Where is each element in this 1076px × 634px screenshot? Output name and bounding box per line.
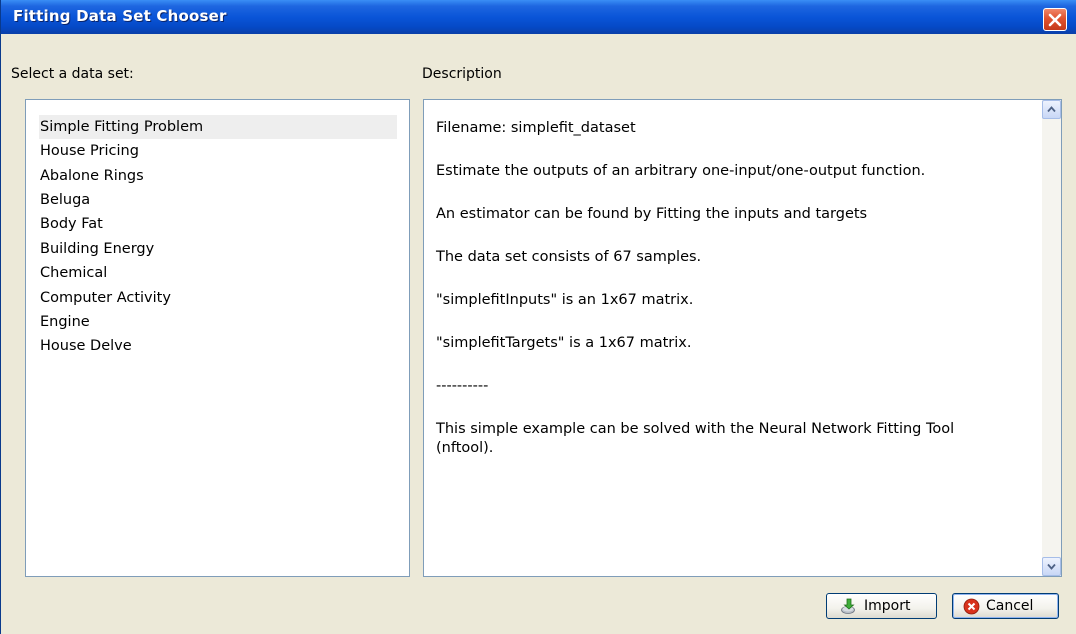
description-line: (nftool). (436, 440, 494, 456)
title-bar[interactable]: Fitting Data Set Chooser (1, 0, 1076, 34)
description-panel[interactable]: Filename: simplefit_dataset Estimate the… (423, 99, 1062, 577)
list-item-computer-activity[interactable]: Computer Activity (39, 286, 397, 310)
scroll-up-button[interactable] (1042, 100, 1061, 119)
description-line: "simplefitInputs" is an 1x67 matrix. (436, 292, 694, 308)
description-line: Filename: simplefit_dataset (436, 120, 636, 136)
vertical-scrollbar[interactable] (1042, 100, 1061, 576)
list-item-beluga[interactable]: Beluga (39, 188, 397, 212)
window-title: Fitting Data Set Chooser (13, 7, 227, 25)
description-line: This simple example can be solved with t… (436, 421, 955, 437)
cancel-button[interactable]: Cancel (952, 593, 1059, 619)
import-button[interactable]: Import (826, 593, 937, 619)
list-item-chemical[interactable]: Chemical (39, 261, 397, 285)
list-item-house-pricing[interactable]: House Pricing (39, 139, 397, 163)
description-label: Description (422, 66, 502, 82)
list-item-engine[interactable]: Engine (39, 310, 397, 334)
close-icon (1048, 13, 1062, 27)
dataset-list-label: Select a data set: (11, 66, 134, 82)
scroll-down-button[interactable] (1042, 557, 1061, 576)
description-line: An estimator can be found by Fitting the… (436, 206, 868, 222)
list-item-body-fat[interactable]: Body Fat (39, 212, 397, 236)
description-line: "simplefitTargets" is a 1x67 matrix. (436, 335, 692, 351)
description-line: The data set consists of 67 samples. (436, 249, 702, 265)
description-separator: ---------- (436, 378, 489, 394)
scroll-up-arrow-icon (1047, 106, 1056, 113)
cancel-button-label: Cancel (986, 598, 1034, 614)
dialog-window: Fitting Data Set Chooser Select a data s… (0, 0, 1076, 634)
scroll-down-arrow-icon (1047, 563, 1056, 570)
import-button-label: Import (864, 598, 911, 614)
list-item-simple-fitting-problem[interactable]: Simple Fitting Problem (39, 115, 397, 139)
cancel-icon (963, 598, 980, 615)
import-icon (841, 598, 855, 614)
dataset-list[interactable]: Simple Fitting Problem House Pricing Aba… (25, 99, 410, 577)
list-item-house-delve[interactable]: House Delve (39, 334, 397, 358)
list-item-abalone-rings[interactable]: Abalone Rings (39, 164, 397, 188)
description-line: Estimate the outputs of an arbitrary one… (436, 163, 926, 179)
list-item-building-energy[interactable]: Building Energy (39, 237, 397, 261)
close-button[interactable] (1043, 8, 1067, 31)
